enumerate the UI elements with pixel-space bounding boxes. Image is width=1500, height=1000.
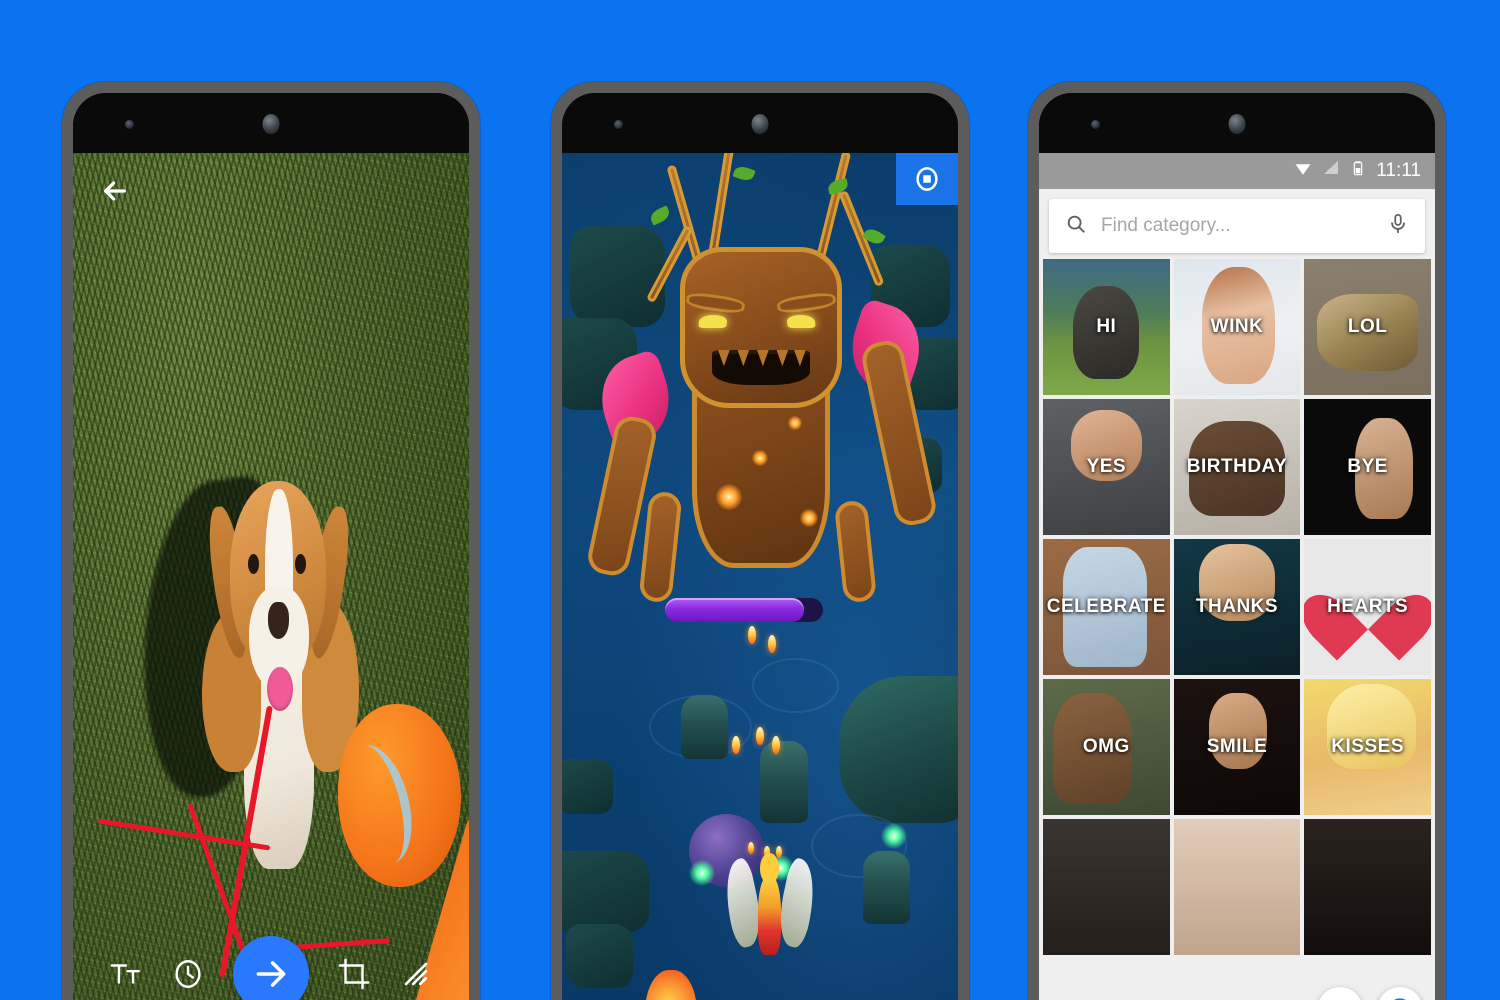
category-thumbnail <box>1304 819 1431 955</box>
category-thumbnail <box>1173 819 1301 955</box>
category-label: LOL <box>1347 316 1388 337</box>
crop-icon[interactable] <box>337 957 371 991</box>
category-label: CELEBRATE <box>1046 596 1166 617</box>
front-camera-icon <box>262 114 280 134</box>
microphone-icon[interactable] <box>1387 213 1409 240</box>
front-camera-icon <box>751 114 769 134</box>
water-pillar <box>862 850 911 925</box>
signal-icon <box>1322 159 1340 183</box>
clock-icon[interactable] <box>171 957 205 991</box>
photo-edit-toolbar <box>73 929 469 1000</box>
category-tile[interactable]: BIRTHDAY <box>1173 399 1301 535</box>
phone3-screen: 11:11 Find category... HI WINK LOL YES B… <box>1039 153 1435 1000</box>
account-fab[interactable] <box>1377 987 1423 1000</box>
category-tile[interactable]: THANKS <box>1173 539 1301 675</box>
proximity-sensor-icon <box>614 120 623 129</box>
category-label: SMILE <box>1206 736 1268 757</box>
phone2-inner <box>562 93 958 1000</box>
orange-ball <box>334 703 462 888</box>
battery-icon <box>1350 159 1366 183</box>
category-label: YES <box>1086 456 1127 477</box>
diagonal-lines-icon[interactable] <box>399 957 433 991</box>
boss-health-bar <box>664 598 824 623</box>
status-bar: 11:11 <box>1039 153 1435 189</box>
category-tile[interactable]: HEARTS <box>1304 539 1431 675</box>
back-arrow-icon[interactable] <box>99 175 131 207</box>
front-camera-icon <box>1228 114 1246 134</box>
search-icon <box>1065 213 1087 240</box>
category-tile[interactable] <box>1304 819 1431 955</box>
dog-collar-tag <box>266 667 293 712</box>
category-tile[interactable]: CELEBRATE <box>1043 539 1170 675</box>
category-tile[interactable]: LOL <box>1304 259 1431 395</box>
category-tile[interactable] <box>1173 819 1301 955</box>
player-fairy <box>717 851 822 989</box>
phone2-screen <box>562 153 958 1000</box>
phone-gif-browser: 11:11 Find category... HI WINK LOL YES B… <box>1028 82 1446 1000</box>
search-input[interactable]: Find category... <box>1101 215 1373 237</box>
category-label: OMG <box>1082 736 1130 757</box>
water-pillar <box>680 694 729 759</box>
gif-browser-body: Find category... HI WINK LOL YES BIRTHDAY BYE… <box>1039 189 1435 1000</box>
phone1-bezel-top <box>73 93 469 153</box>
proximity-sensor-icon <box>125 120 134 129</box>
category-tile[interactable]: BYE <box>1304 399 1431 535</box>
gallery-fab[interactable] <box>1317 987 1363 1000</box>
category-tile[interactable]: KISSES <box>1304 679 1431 815</box>
proximity-sensor-icon <box>1091 120 1100 129</box>
category-label: HEARTS <box>1327 596 1409 617</box>
boss-tree-monster <box>585 153 940 604</box>
status-bar-time: 11:11 <box>1376 160 1421 181</box>
rock-island <box>839 676 958 824</box>
search-bar[interactable]: Find category... <box>1049 199 1425 253</box>
boss-health-fill <box>664 598 805 623</box>
category-tile[interactable]: YES <box>1043 399 1170 535</box>
phone-photo-editor <box>62 82 480 1000</box>
category-label: BIRTHDAY <box>1186 456 1288 477</box>
category-label: HI <box>1096 316 1117 337</box>
category-tile[interactable] <box>1043 819 1170 955</box>
power-orb <box>688 859 715 886</box>
category-grid: HI WINK LOL YES BIRTHDAY BYE CELEBRATE THANKS HE… <box>1039 259 1435 955</box>
category-tile[interactable]: OMG <box>1043 679 1170 815</box>
power-orb <box>880 823 907 850</box>
record-circle-icon[interactable] <box>896 153 958 205</box>
category-label: THANKS <box>1195 596 1279 617</box>
phone2-bezel-top <box>562 93 958 153</box>
text-format-icon[interactable] <box>109 957 143 991</box>
category-label: WINK <box>1210 316 1264 337</box>
category-tile[interactable]: HI <box>1043 259 1170 395</box>
wifi-icon <box>1294 159 1312 183</box>
phone3-bezel-top <box>1039 93 1435 153</box>
category-label: BYE <box>1347 456 1388 477</box>
category-tile[interactable]: WINK <box>1173 259 1301 395</box>
water-pillar <box>760 740 808 824</box>
category-tile[interactable]: SMILE <box>1173 679 1301 815</box>
category-label: KISSES <box>1331 736 1404 757</box>
phone3-inner: 11:11 Find category... HI WINK LOL YES B… <box>1039 93 1435 1000</box>
send-button[interactable] <box>233 936 309 1000</box>
phone1-inner <box>73 93 469 1000</box>
category-thumbnail <box>1043 819 1170 955</box>
phone-game <box>551 82 969 1000</box>
floating-action-buttons <box>1317 987 1423 1000</box>
phone1-screen <box>73 153 469 1000</box>
